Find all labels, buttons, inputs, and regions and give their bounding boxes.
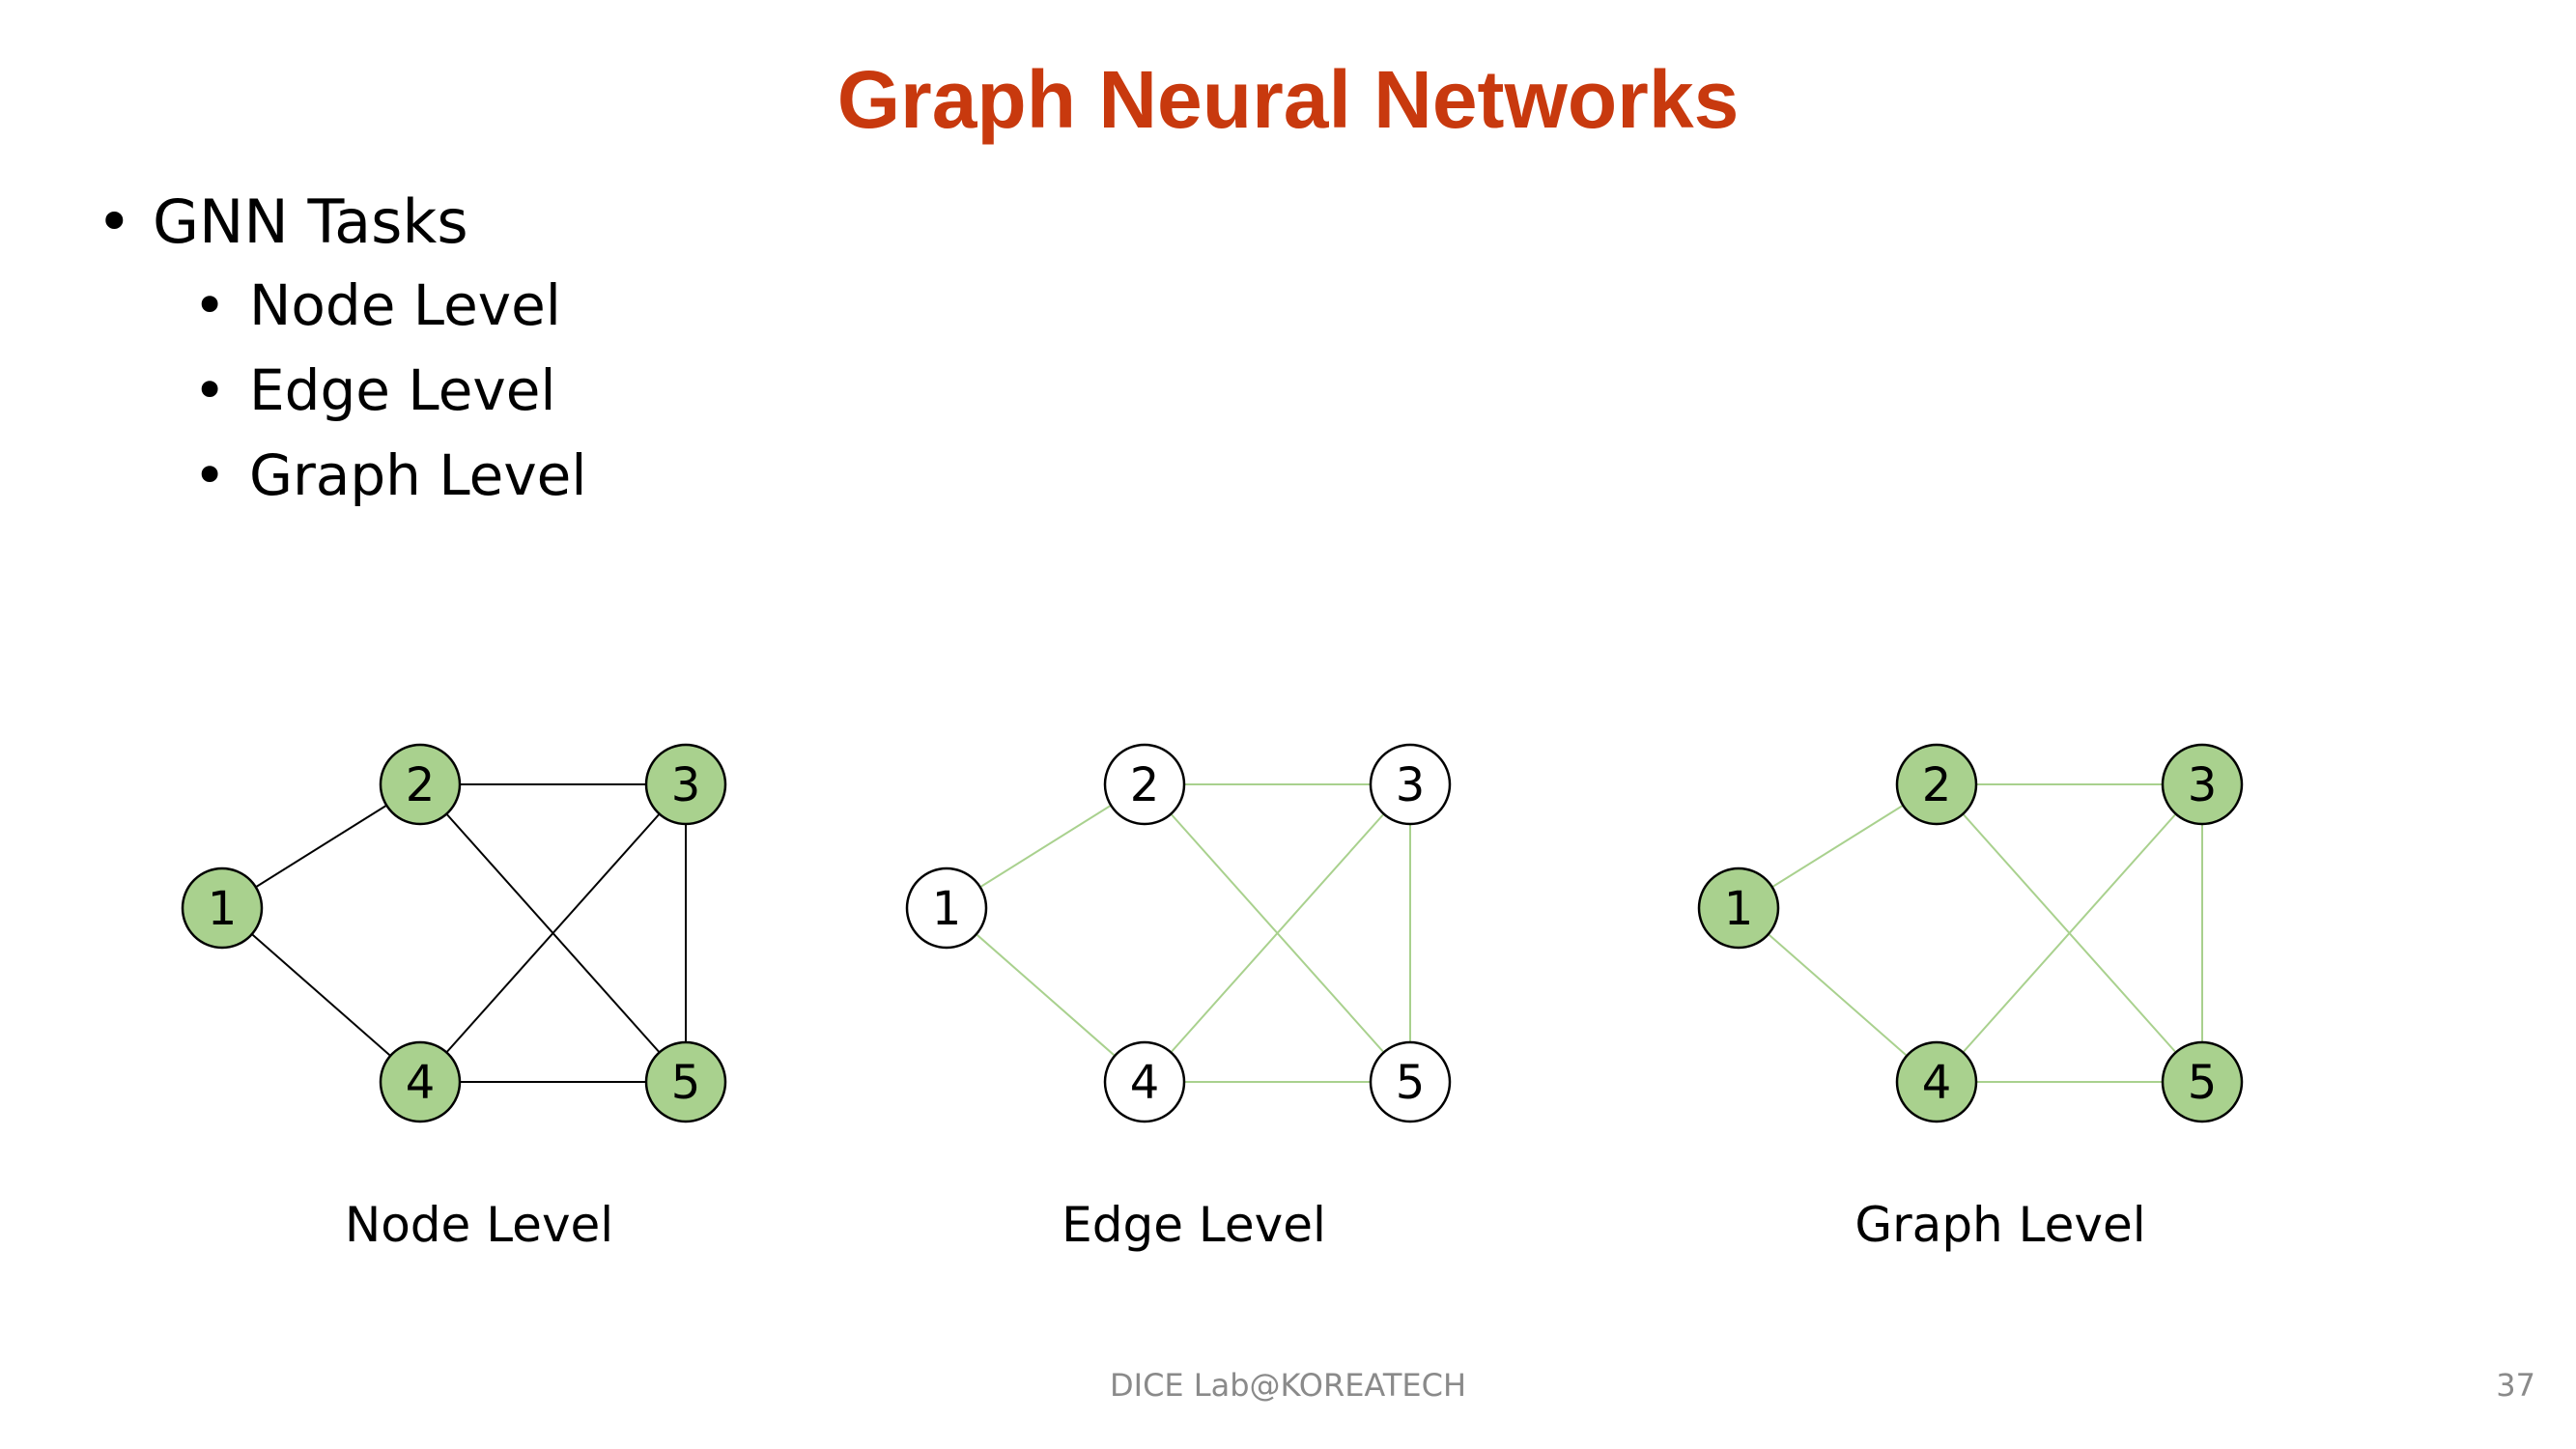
sub-bullet-graph-level: • Graph Level [193, 433, 586, 518]
node-label-5: 5 [671, 1056, 701, 1110]
caption-edge-level: Edge Level [1062, 1197, 1326, 1253]
graph-3: 1 2 3 4 5 [1697, 743, 2244, 1123]
sub-bullet-text: Edge Level [249, 357, 556, 423]
node-label-3: 3 [1396, 758, 1426, 812]
sub-bullet-text: Graph Level [249, 442, 587, 508]
sub-bullet-node-level: • Node Level [193, 263, 586, 348]
bullet-gnn-tasks: • GNN Tasks [97, 182, 586, 263]
footer-lab-name: DICE Lab@KOREATECH [1109, 1367, 1466, 1404]
bullet-dot: • [193, 357, 227, 423]
bullet-list: • GNN Tasks • Node Level • Edge Level • … [97, 182, 586, 518]
page-number: 37 [2496, 1367, 2535, 1404]
bullet-dot: • [193, 272, 227, 338]
node-label-3: 3 [671, 758, 701, 812]
graph-diagrams: 1 2 3 4 5 1 2 3 4 5 1 2 3 4 5 [181, 743, 2244, 1123]
sub-bullet-edge-level: • Edge Level [193, 348, 586, 433]
node-label-3: 3 [2188, 758, 2218, 812]
caption-graph-level: Graph Level [1854, 1197, 2146, 1253]
bullet-dot: • [97, 186, 132, 257]
node-label-1: 1 [208, 882, 238, 936]
caption-node-level: Node Level [344, 1197, 614, 1253]
node-label-5: 5 [1396, 1056, 1426, 1110]
graph-2: 1 2 3 4 5 [905, 743, 1452, 1123]
node-label-5: 5 [2188, 1056, 2218, 1110]
node-label-2: 2 [1922, 758, 1952, 812]
node-label-4: 4 [406, 1056, 436, 1110]
node-label-2: 2 [1130, 758, 1160, 812]
graph-1: 1 2 3 4 5 [181, 743, 727, 1123]
node-label-2: 2 [406, 758, 436, 812]
slide-title: Graph Neural Networks [836, 54, 1740, 145]
node-label-1: 1 [1724, 882, 1754, 936]
node-label-4: 4 [1922, 1056, 1952, 1110]
bullet-dot: • [193, 442, 227, 508]
node-label-4: 4 [1130, 1056, 1160, 1110]
bullet-text: GNN Tasks [153, 186, 468, 257]
node-label-1: 1 [932, 882, 962, 936]
sub-bullet-text: Node Level [249, 272, 561, 338]
